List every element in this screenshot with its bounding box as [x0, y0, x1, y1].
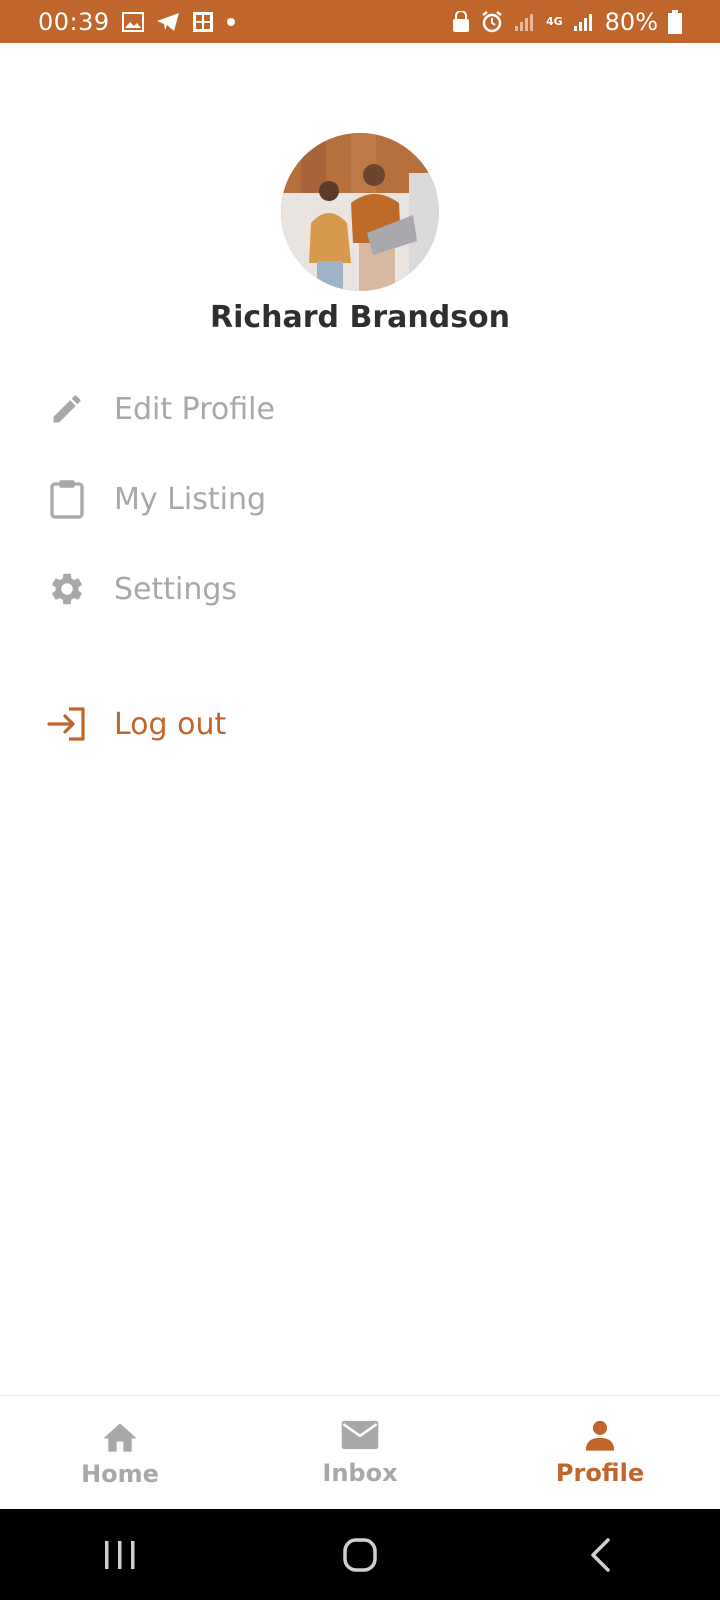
status-bar: 00:39 4G 80% [0, 0, 720, 43]
nav-item-profile[interactable]: Profile [480, 1396, 720, 1510]
logout-button[interactable]: Log out [0, 688, 720, 760]
menu-label: Edit Profile [114, 391, 275, 427]
home-circle-icon [343, 1537, 377, 1572]
gallery-icon [121, 11, 144, 32]
nav-label: Inbox [322, 1459, 398, 1487]
mail-icon [340, 1419, 380, 1455]
nav-item-inbox[interactable]: Inbox [240, 1396, 480, 1510]
status-time: 00:39 [38, 7, 110, 36]
bottom-nav: Home Inbox Profile [0, 1395, 720, 1510]
back-chevron-icon [591, 1537, 610, 1572]
home-icon [100, 1418, 140, 1456]
menu-label: Settings [114, 571, 238, 607]
status-right: 4G 80% [452, 8, 682, 36]
nav-item-home[interactable]: Home [0, 1396, 240, 1510]
signal-icon [514, 12, 536, 32]
back-button[interactable] [555, 1525, 645, 1585]
menu-item-settings[interactable]: Settings [0, 553, 720, 625]
status-left: 00:39 [38, 8, 236, 36]
nav-label: Profile [555, 1459, 645, 1487]
logout-icon [46, 703, 88, 745]
network-label: 4G [545, 15, 563, 28]
menu-item-edit-profile[interactable]: Edit Profile [0, 373, 720, 445]
network-4g-icon: 4G [546, 16, 563, 27]
menu-item-my-listing[interactable]: My Listing [0, 463, 720, 535]
sim-icon [192, 11, 214, 33]
home-system-button[interactable] [315, 1525, 405, 1585]
menu-label: My Listing [114, 481, 267, 517]
battery-percent: 80% [604, 7, 658, 36]
nav-label: Home [81, 1460, 159, 1488]
signal-icon [573, 12, 595, 32]
profile-name: Richard Brandson [209, 300, 511, 335]
gear-icon [46, 568, 88, 610]
recent-apps-button[interactable] [75, 1525, 165, 1585]
pencil-icon [46, 388, 88, 430]
recent-apps-icon [105, 1540, 135, 1569]
lock-icon [452, 10, 470, 33]
menu-label: Log out [114, 706, 227, 742]
system-nav-bar [0, 1509, 720, 1600]
dot-icon [226, 17, 236, 27]
clipboard-icon [46, 478, 88, 520]
battery-icon [668, 9, 682, 34]
alarm-icon [480, 10, 504, 34]
person-icon [583, 1419, 617, 1455]
avatar [281, 133, 439, 291]
telegram-icon [156, 12, 180, 32]
